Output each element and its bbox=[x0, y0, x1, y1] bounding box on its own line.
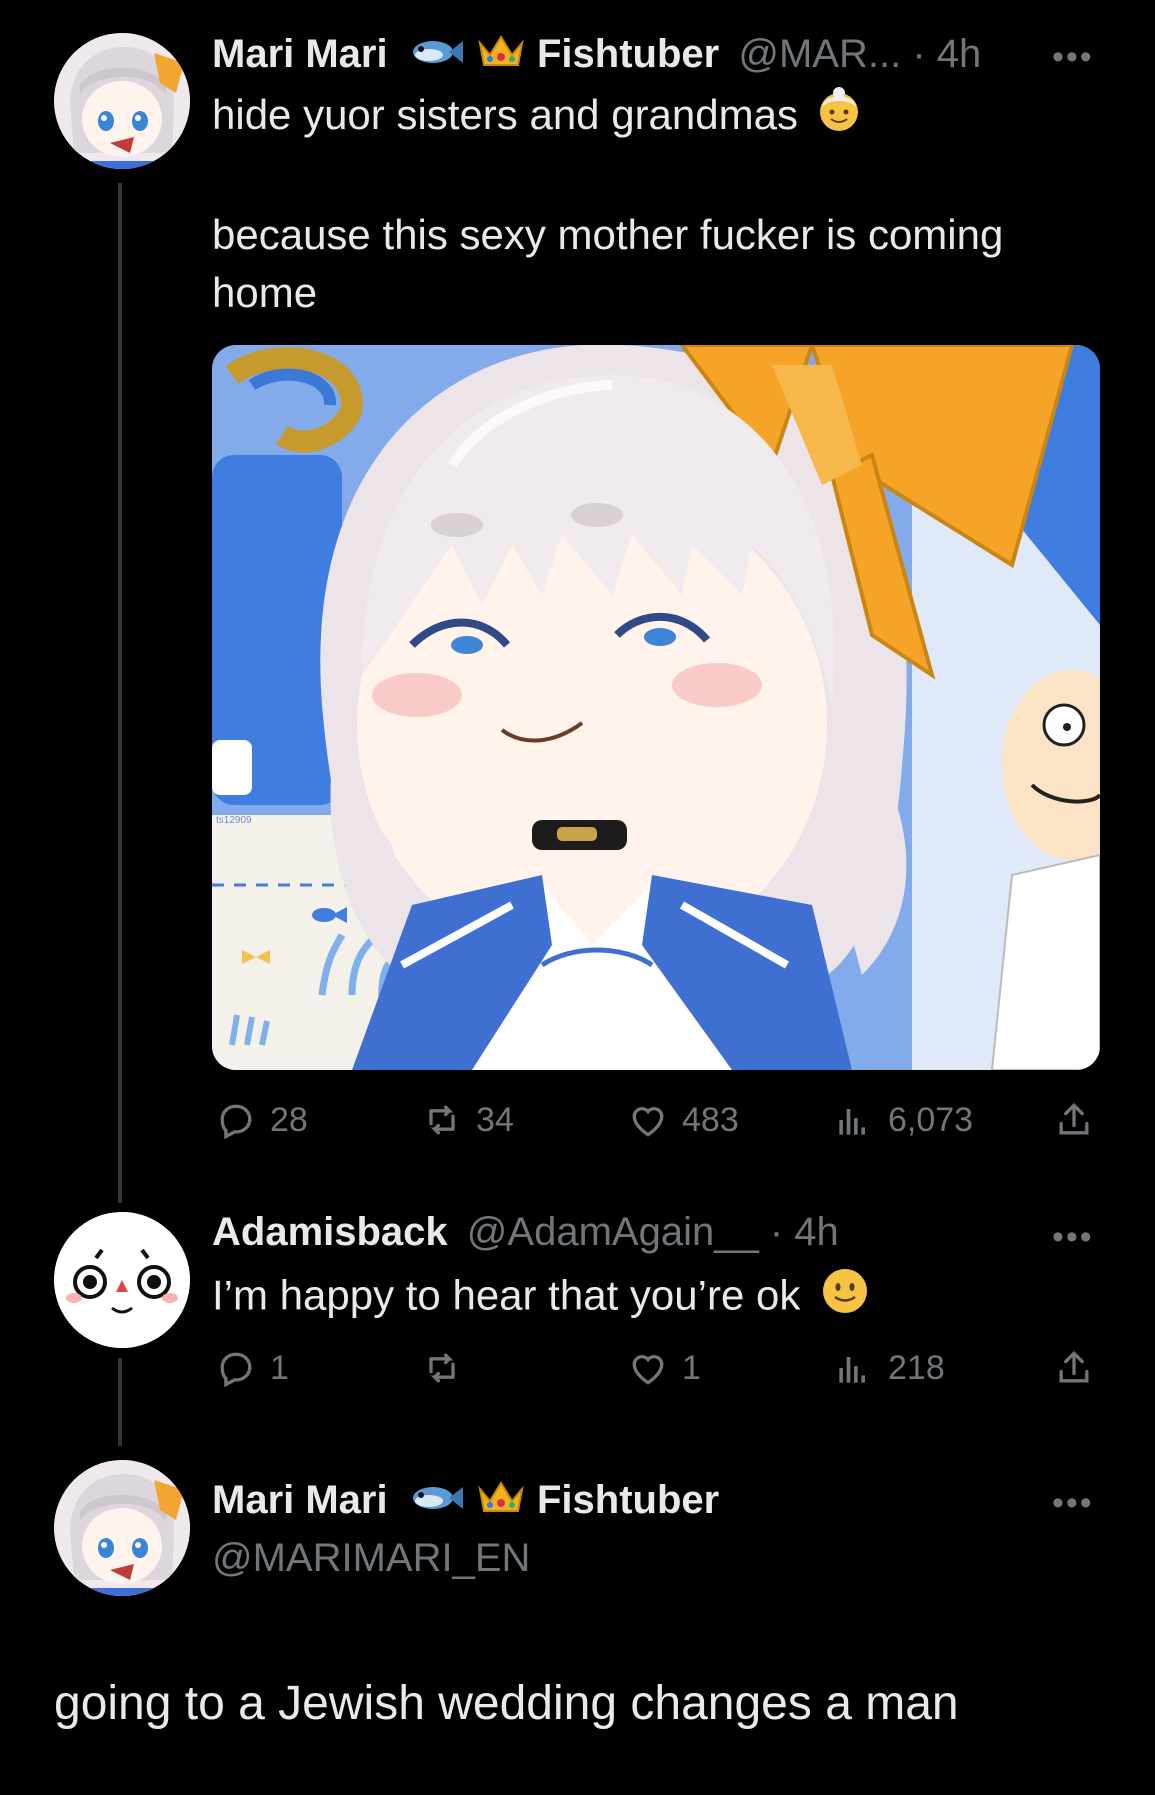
repost-count: 34 bbox=[476, 1100, 514, 1139]
reply-button[interactable]: 28 bbox=[214, 1098, 308, 1142]
views-button[interactable]: 6,073 bbox=[832, 1098, 973, 1142]
more-icon[interactable]: ••• bbox=[1052, 1484, 1094, 1523]
like-button[interactable]: 1 bbox=[626, 1346, 701, 1390]
tweet-text: going to a Jewish wedding changes a man bbox=[54, 1677, 959, 1730]
like-icon bbox=[632, 1107, 664, 1137]
thread-connector-line bbox=[118, 183, 122, 1203]
reply-icon bbox=[220, 1104, 252, 1140]
like-icon bbox=[632, 1355, 664, 1385]
fish-icon bbox=[409, 32, 465, 80]
views-icon bbox=[839, 1357, 865, 1383]
reply-count: 1 bbox=[270, 1348, 289, 1387]
reply-count: 28 bbox=[270, 1100, 308, 1139]
timestamp[interactable]: 4h bbox=[794, 1210, 839, 1254]
handle[interactable]: @AdamAgain__ bbox=[467, 1210, 759, 1254]
repost-icon bbox=[429, 1353, 455, 1383]
share-button[interactable] bbox=[1052, 1346, 1096, 1390]
tweet-header: Mari Mari Fishtuber bbox=[212, 1476, 719, 1528]
views-count: 6,073 bbox=[888, 1100, 974, 1139]
avatar-art bbox=[54, 1460, 190, 1596]
media-ui-fragment-text: ts12909 bbox=[216, 815, 252, 826]
avatar-marimari[interactable] bbox=[54, 33, 190, 169]
handle[interactable]: @MAR... bbox=[738, 32, 901, 76]
grandma-emoji-icon bbox=[816, 87, 862, 148]
repost-icon bbox=[429, 1105, 455, 1135]
share-icon bbox=[1059, 1102, 1089, 1135]
avatar-face-art bbox=[54, 1212, 190, 1348]
fish-icon bbox=[409, 1478, 465, 1526]
smile-emoji-icon bbox=[820, 1266, 870, 1331]
tweet-text-line2: because this sexy mother fucker is comin… bbox=[212, 211, 1004, 259]
tweet-text: I’m happy to hear that you’re ok bbox=[212, 1266, 1112, 1331]
tweet-text: hide yuor sisters and grandmas because t… bbox=[212, 86, 1112, 322]
avatar-adamisback[interactable] bbox=[54, 1212, 190, 1348]
reply-icon bbox=[220, 1352, 252, 1388]
more-icon[interactable]: ••• bbox=[1052, 1218, 1094, 1257]
avatar-art bbox=[54, 33, 190, 169]
like-count: 483 bbox=[682, 1100, 739, 1139]
views-count: 218 bbox=[888, 1348, 945, 1387]
separator-dot: · bbox=[769, 1210, 784, 1254]
repost-button[interactable] bbox=[420, 1346, 476, 1390]
more-icon[interactable]: ••• bbox=[1052, 38, 1094, 77]
avatar-marimari[interactable] bbox=[54, 1460, 190, 1596]
handle[interactable]: @MARIMARI_EN bbox=[212, 1534, 530, 1582]
tweet-text-line3: home bbox=[212, 269, 318, 317]
crown-icon bbox=[476, 1477, 526, 1528]
views-icon bbox=[839, 1109, 865, 1135]
tweet-text-line: I’m happy to hear that you’re ok bbox=[212, 1271, 801, 1319]
tweet-text-line1: hide yuor sisters and grandmas bbox=[212, 91, 798, 138]
like-button[interactable]: 483 bbox=[626, 1098, 739, 1142]
reply-button[interactable]: 1 bbox=[214, 1346, 289, 1390]
share-icon bbox=[1059, 1350, 1089, 1383]
tweet-text-line: hide yuor sisters and grandmas bbox=[212, 86, 1112, 148]
tweet-media-image[interactable]: ts12909 bbox=[212, 345, 1100, 1070]
crown-icon bbox=[476, 31, 526, 82]
views-button[interactable]: 218 bbox=[832, 1346, 945, 1390]
display-name[interactable]: Mari Mari bbox=[212, 1478, 388, 1522]
like-count: 1 bbox=[682, 1348, 701, 1387]
display-name[interactable]: Mari Mari bbox=[212, 32, 388, 76]
display-name[interactable]: Adamisback bbox=[212, 1210, 448, 1254]
user-title[interactable]: Fishtuber bbox=[537, 1478, 719, 1522]
tweet-header: Mari Mari Fishtuber @MAR... · 4h bbox=[212, 30, 981, 82]
repost-button[interactable]: 34 bbox=[420, 1098, 514, 1142]
share-button[interactable] bbox=[1052, 1098, 1096, 1142]
media-illustration bbox=[212, 345, 1100, 1070]
user-title[interactable]: Fishtuber bbox=[537, 32, 719, 76]
tweet-header: Adamisback @AdamAgain__ · 4h bbox=[212, 1208, 839, 1256]
separator-dot: · bbox=[912, 32, 926, 76]
thread-connector-line-2 bbox=[118, 1358, 122, 1446]
timestamp[interactable]: 4h bbox=[937, 32, 982, 76]
